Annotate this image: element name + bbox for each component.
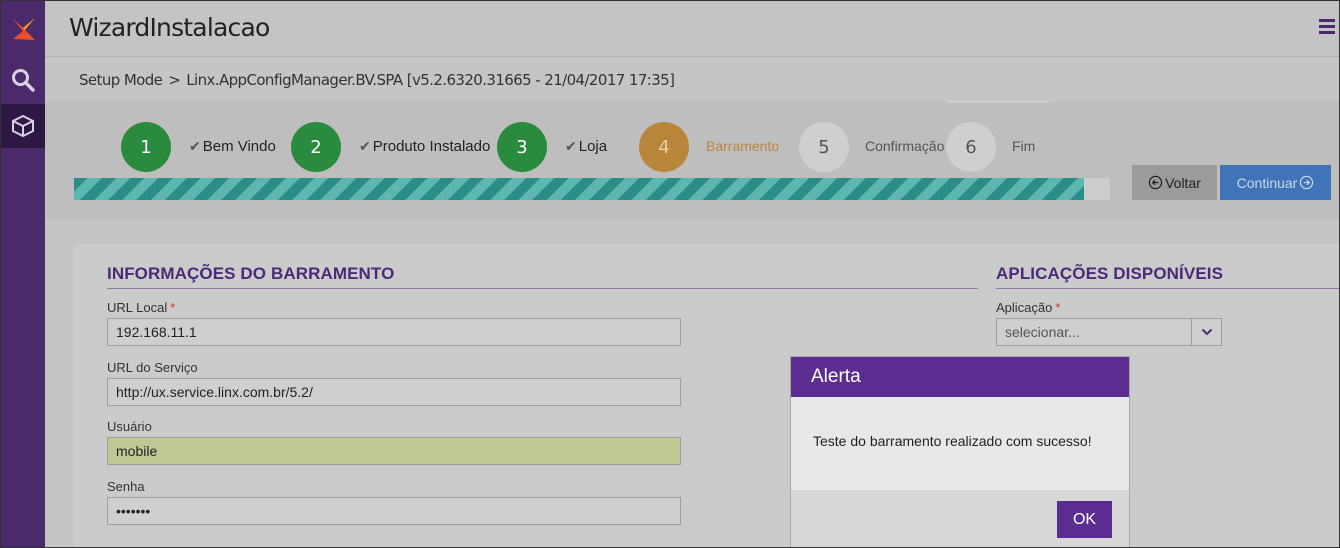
wizard-progress-bar bbox=[74, 178, 1110, 200]
usuario-label: Usuário bbox=[107, 419, 152, 434]
step-3-circle: 3 bbox=[497, 122, 547, 172]
box-icon bbox=[12, 114, 34, 138]
step-5-label: Confirmação bbox=[865, 138, 945, 154]
back-button-label: Voltar bbox=[1165, 174, 1201, 191]
progress-fill bbox=[74, 178, 1085, 200]
step-2-label: ✔ Produto Instalado bbox=[359, 138, 491, 155]
breadcrumb-item-app: Linx.AppConfigManager.BV.SPA [v5.2.6320.… bbox=[186, 71, 675, 89]
step-6-label: Fim bbox=[1012, 138, 1036, 154]
search-button[interactable] bbox=[1, 58, 45, 102]
step-1-circle: 1 bbox=[121, 122, 171, 172]
alert-footer: OK bbox=[791, 490, 1129, 547]
chevron-down-icon[interactable] bbox=[1191, 319, 1221, 345]
check-icon: ✔ bbox=[359, 138, 371, 154]
section-title-aplicacoes: APLICAÇÕES DISPONÍVEIS bbox=[996, 264, 1224, 283]
url-servico-input[interactable]: http://ux.service.linx.com.br/5.2/ bbox=[107, 378, 681, 406]
band-notch bbox=[947, 100, 1049, 103]
aplicacao-label: Aplicação * bbox=[996, 300, 1061, 315]
url-servico-label: URL do Serviço bbox=[107, 360, 198, 375]
senha-label: Senha bbox=[107, 479, 145, 494]
continue-button-label: Continuar bbox=[1236, 174, 1298, 191]
step-1-label: ✔ Bem Vindo bbox=[189, 138, 276, 155]
step-6-circle: 6 bbox=[946, 122, 996, 172]
step-5-circle: 5 bbox=[799, 122, 849, 172]
step-2-circle: 2 bbox=[291, 122, 341, 172]
breadcrumb-separator: > bbox=[168, 71, 181, 89]
alert-title: Alerta bbox=[791, 357, 1129, 397]
usuario-input[interactable]: mobile bbox=[107, 437, 681, 465]
step-4-circle: 4 bbox=[639, 122, 689, 172]
breadcrumb: Setup Mode > Linx.AppConfigManager.BV.SPA … bbox=[79, 71, 675, 89]
continue-button[interactable]: Continuar bbox=[1220, 165, 1331, 200]
arrow-left-circle-icon bbox=[1148, 175, 1163, 190]
aplicacao-select[interactable]: selecionar... bbox=[996, 318, 1222, 346]
step-3-label: ✔ Loja bbox=[565, 138, 608, 155]
section-title-barramento: INFORMAÇÕES DO BARRAMENTO bbox=[107, 264, 395, 283]
app-logo[interactable] bbox=[1, 7, 45, 51]
check-icon: ✔ bbox=[189, 138, 201, 154]
arrow-right-circle-icon bbox=[1300, 175, 1314, 190]
page-title: WizardInstalacao bbox=[69, 13, 270, 42]
alert-dialog: Alerta Teste do barramento realizado com… bbox=[790, 356, 1130, 547]
url-local-label: URL Local * bbox=[107, 300, 176, 315]
logo-icon bbox=[12, 18, 35, 40]
back-button[interactable]: Voltar bbox=[1132, 165, 1217, 200]
section-divider bbox=[996, 288, 1339, 289]
senha-input[interactable]: ••••••• bbox=[107, 497, 681, 525]
icon-rail bbox=[1, 1, 45, 547]
section-divider bbox=[107, 288, 978, 289]
app-window: WizardInstalacao Setup Mode > Linx.AppConf… bbox=[0, 0, 1340, 548]
aplicacao-select-value: selecionar... bbox=[1005, 324, 1080, 340]
wizard-band bbox=[45, 101, 1339, 219]
alert-message: Teste do barramento realizado com sucess… bbox=[791, 397, 1129, 490]
check-icon: ✔ bbox=[565, 138, 577, 154]
step-4-label: Barramento bbox=[706, 138, 780, 154]
url-local-input[interactable]: 192.168.11.1 bbox=[107, 318, 681, 346]
ok-button[interactable]: OK bbox=[1057, 501, 1112, 538]
search-icon bbox=[12, 69, 35, 92]
breadcrumb-item-setup-mode[interactable]: Setup Mode bbox=[79, 71, 163, 89]
top-bar: WizardInstalacao bbox=[45, 1, 1339, 57]
hamburger-icon[interactable] bbox=[1319, 19, 1335, 35]
package-button[interactable] bbox=[1, 104, 45, 148]
